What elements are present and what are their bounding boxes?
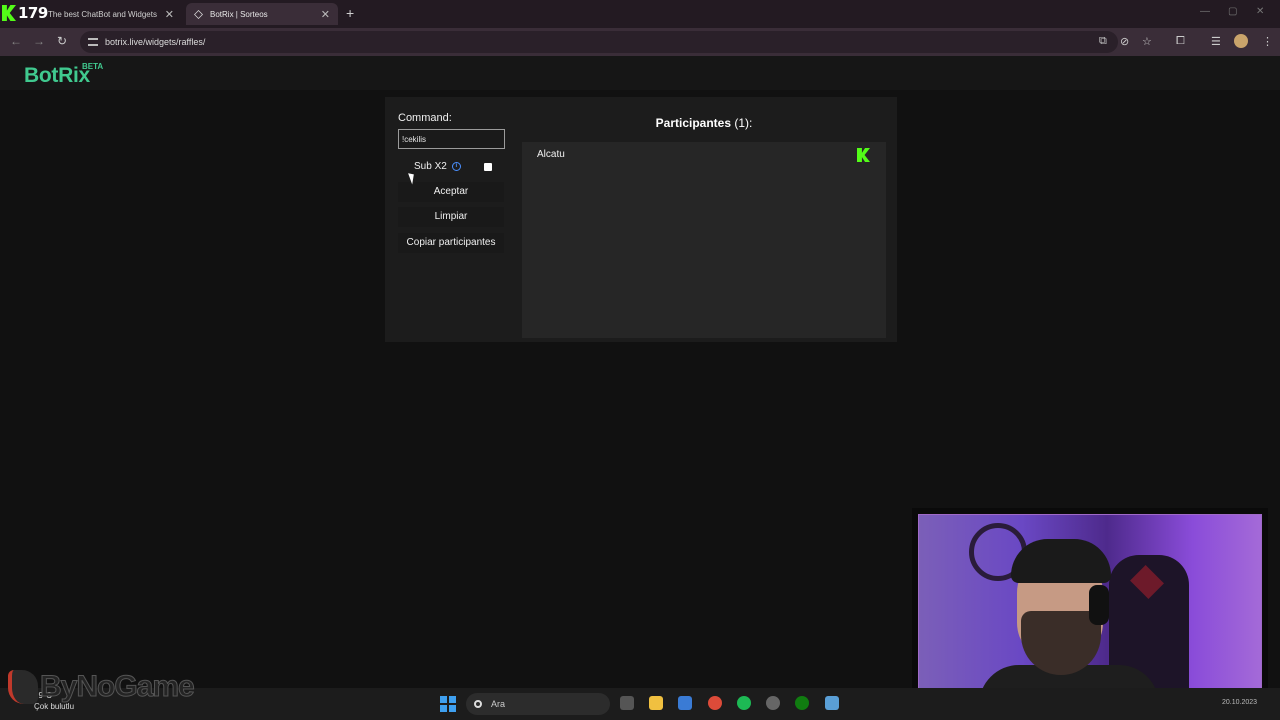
site-header: BotRix BETA bbox=[0, 56, 1280, 90]
tab-title: The best ChatBot and Widgets bbox=[48, 9, 157, 19]
participant-name: Alcatu bbox=[537, 149, 565, 160]
maximize-button[interactable]: ▢ bbox=[1228, 6, 1237, 17]
beta-badge: BETA bbox=[82, 62, 104, 71]
site-settings-icon[interactable] bbox=[88, 38, 98, 46]
close-window-button[interactable]: ✕ bbox=[1256, 6, 1264, 17]
watermark-text: ByNoGame bbox=[40, 670, 196, 704]
clear-button[interactable]: Limpiar bbox=[398, 207, 504, 227]
command-label: Command: bbox=[398, 112, 452, 124]
xbox-icon[interactable] bbox=[795, 696, 809, 710]
tab-title: BotRix | Sorteos bbox=[210, 9, 268, 19]
back-icon[interactable]: ← bbox=[10, 34, 22, 48]
address-bar[interactable]: botrix.live/widgets/raffles/ bbox=[80, 31, 1118, 53]
headset bbox=[1089, 585, 1109, 625]
kick-icon bbox=[857, 148, 870, 162]
menu-icon[interactable]: ⋮ bbox=[1262, 35, 1273, 48]
star-icon[interactable]: ☆ bbox=[1142, 35, 1152, 48]
browser-toolbar: ← → ↻ botrix.live/widgets/raffles/ ⧉ ⊘ ☆… bbox=[0, 28, 1280, 56]
command-input[interactable] bbox=[398, 129, 505, 149]
store-icon[interactable] bbox=[678, 696, 692, 710]
windows-start-icon[interactable] bbox=[440, 696, 456, 712]
eye-off-icon[interactable]: ⊘ bbox=[1120, 35, 1129, 48]
sub-x2-label: Sub X2 bbox=[414, 161, 447, 172]
sub-x2-option: Sub X2 i bbox=[414, 161, 461, 172]
profile-avatar[interactable] bbox=[1234, 34, 1248, 48]
tab-chatbot[interactable]: The best ChatBot and Widgets ✕ bbox=[40, 3, 182, 25]
bynogame-logo-icon bbox=[8, 670, 38, 704]
app-icon[interactable] bbox=[766, 696, 780, 710]
reload-icon[interactable]: ↻ bbox=[57, 34, 67, 48]
raffle-panel: Command: Sub X2 i Aceptar Limpiar Copiar… bbox=[385, 97, 897, 342]
search-icon bbox=[474, 700, 482, 708]
copy-participants-button[interactable]: Copiar participantes bbox=[398, 233, 504, 253]
streamer-beanie bbox=[1011, 539, 1111, 583]
url-text[interactable]: botrix.live/widgets/raffles/ bbox=[105, 37, 205, 47]
close-tab-icon[interactable]: ✕ bbox=[165, 8, 174, 21]
chrome-icon[interactable] bbox=[708, 696, 722, 710]
notepad-icon[interactable] bbox=[825, 696, 839, 710]
tab-botrix-sorteos[interactable]: BotRix | Sorteos ✕ bbox=[186, 3, 338, 25]
search-placeholder: Ara bbox=[491, 699, 506, 709]
sub-x2-checkbox[interactable] bbox=[484, 163, 492, 171]
close-tab-icon[interactable]: ✕ bbox=[321, 8, 330, 21]
list-item[interactable]: Alcatu bbox=[522, 142, 886, 166]
participants-list: Alcatu bbox=[522, 142, 886, 338]
info-icon[interactable]: i bbox=[451, 162, 461, 171]
kick-icon bbox=[2, 5, 16, 21]
botrix-favicon-icon bbox=[194, 9, 203, 19]
new-tab-button[interactable]: + bbox=[346, 5, 354, 21]
forward-icon[interactable]: → bbox=[33, 34, 45, 48]
accept-button[interactable]: Aceptar bbox=[398, 182, 504, 202]
browser-tab-bar: 179 The best ChatBot and Widgets ✕ BotRi… bbox=[0, 0, 1280, 28]
tray-clock[interactable]: 20.10.2023 bbox=[1222, 699, 1257, 706]
minimize-button[interactable]: — bbox=[1200, 6, 1210, 17]
translate-icon[interactable]: ⧉ bbox=[1099, 35, 1107, 48]
participants-title: Participantes bbox=[655, 116, 732, 130]
webcam-overlay bbox=[912, 508, 1268, 710]
media-icon[interactable]: ☰ bbox=[1211, 35, 1221, 48]
botrix-logo[interactable]: BotRix bbox=[24, 64, 90, 88]
participants-count: (1): bbox=[734, 116, 753, 130]
webcam-video bbox=[918, 514, 1262, 704]
spotify-icon[interactable] bbox=[737, 696, 751, 710]
bynogame-watermark: ByNoGame bbox=[8, 670, 196, 704]
task-view-icon[interactable] bbox=[620, 696, 634, 710]
file-explorer-icon[interactable] bbox=[649, 696, 663, 710]
participants-heading: Participantes (1): bbox=[522, 116, 886, 130]
extensions-icon[interactable]: ⧠ bbox=[1176, 35, 1185, 48]
taskbar-search[interactable]: Ara bbox=[466, 693, 610, 715]
